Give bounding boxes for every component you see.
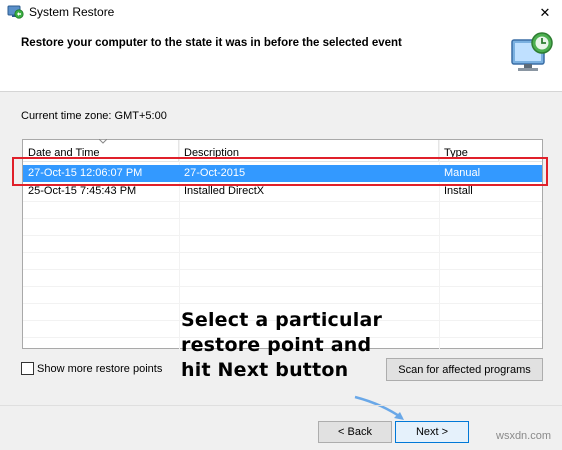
window-title: System Restore	[29, 5, 115, 19]
watermark: wsxdn.com	[496, 430, 552, 442]
column-header-description[interactable]: Description	[179, 140, 439, 162]
annotation-text: Select a particular restore point and hi…	[181, 308, 411, 383]
row-line	[23, 269, 542, 270]
annotation-line: hit Next button	[181, 359, 349, 381]
row-description: 27-Oct-2015	[184, 167, 246, 179]
restore-monitor-icon	[511, 32, 553, 71]
next-button[interactable]: Next >	[395, 421, 469, 443]
row-type: Manual	[444, 167, 481, 179]
row-line	[23, 218, 542, 219]
header-text: Restore your computer to the state it wa…	[21, 37, 402, 49]
column-header-date[interactable]: Date and Time	[23, 139, 179, 162]
row-date: 27-Oct-15 12:06:07 PM	[28, 167, 143, 179]
row-line	[23, 201, 542, 202]
table-row[interactable]: 27-Oct-15 12:06:07 PM 27-Oct-2015 Manual	[23, 165, 542, 182]
show-more-checkbox[interactable]: Show more restore points	[21, 362, 162, 375]
row-line	[23, 252, 542, 253]
table-row[interactable]: 25-Oct-15 7:45:43 PM Installed DirectX I…	[23, 183, 542, 200]
back-button[interactable]: < Back	[318, 421, 392, 443]
show-more-label: Show more restore points	[37, 362, 163, 375]
list-header: Date and Time Description Type	[23, 139, 544, 162]
header-panel: Restore your computer to the state it wa…	[0, 26, 562, 92]
row-description: Installed DirectX	[184, 185, 265, 197]
close-button[interactable]: ✕	[528, 0, 562, 26]
close-icon: ✕	[539, 5, 551, 20]
row-type: Install	[444, 185, 473, 197]
row-line	[23, 235, 542, 236]
timezone-label: Current time zone: GMT+5:00	[21, 110, 167, 122]
row-line	[23, 286, 542, 287]
annotation-line: restore point and	[181, 334, 372, 356]
checkbox-box[interactable]	[21, 362, 34, 375]
title-bar: System Restore ✕	[0, 0, 562, 26]
footer-divider	[0, 405, 562, 406]
annotation-line: Select a particular	[181, 309, 383, 331]
column-header-type[interactable]: Type	[439, 140, 544, 162]
sort-arrow-icon	[99, 139, 107, 144]
row-date: 25-Oct-15 7:45:43 PM	[28, 185, 137, 197]
system-restore-icon	[7, 5, 24, 19]
row-line	[23, 303, 542, 304]
